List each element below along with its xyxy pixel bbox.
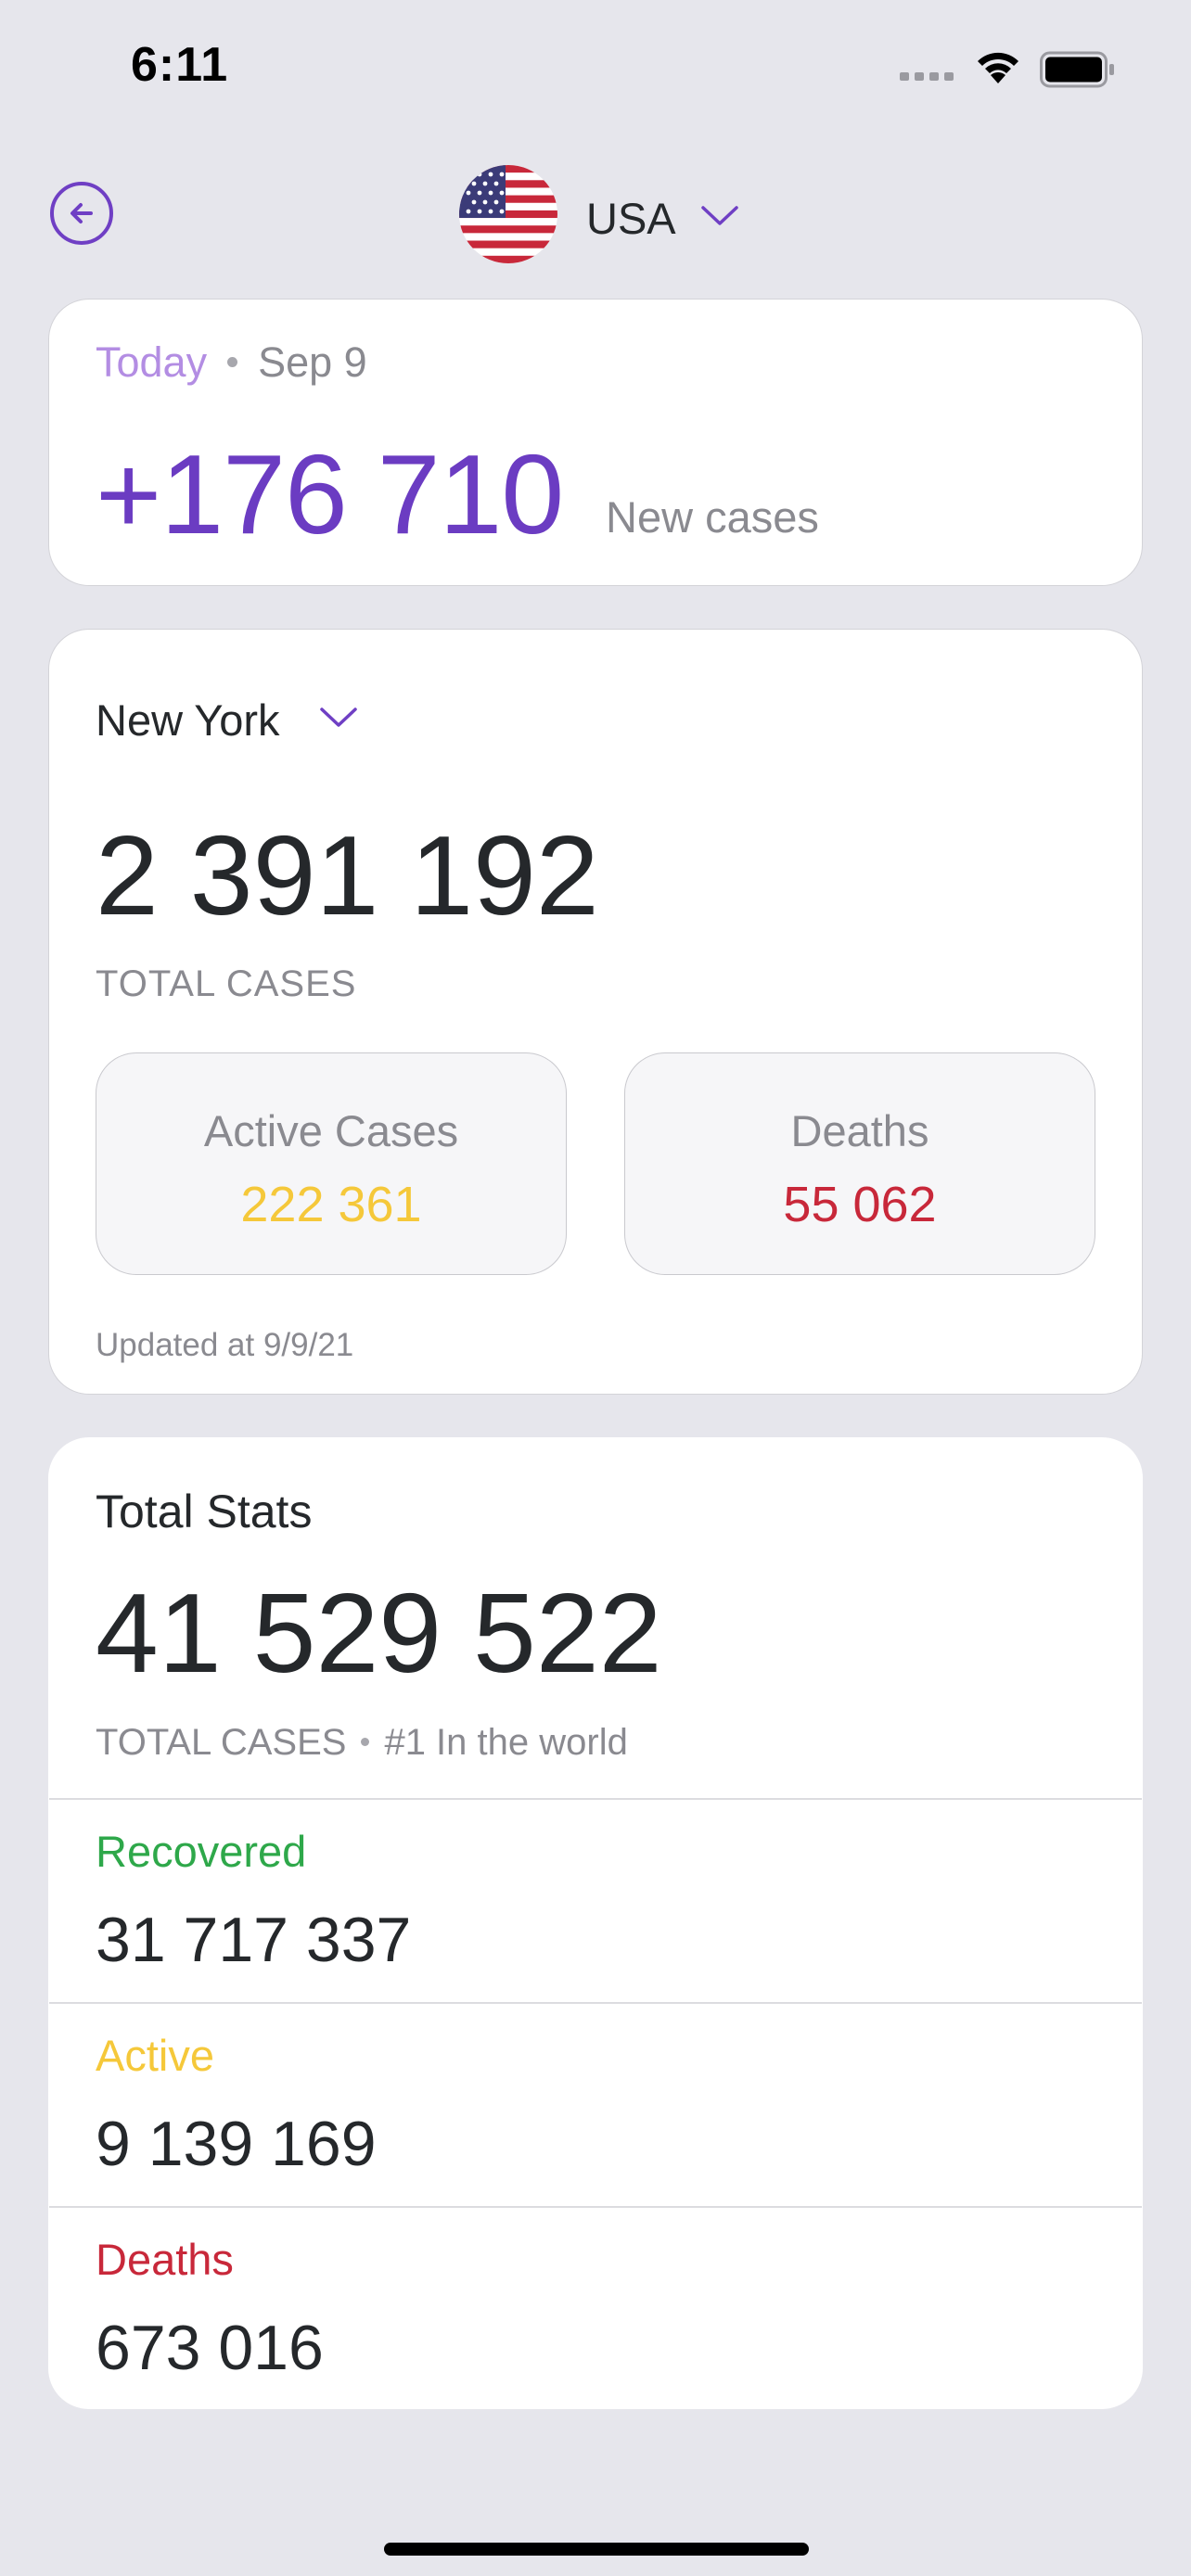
divider [49, 2002, 1142, 2004]
recovered-value: 31 717 337 [96, 1905, 412, 1975]
deaths-value: 55 062 [783, 1177, 937, 1232]
today-label: Today [96, 338, 208, 386]
total-stats-card: Total Stats 41 529 522 TOTAL CASES #1 In … [48, 1437, 1143, 2409]
deaths-tile: Deaths 55 062 [624, 1052, 1095, 1275]
divider [49, 2206, 1142, 2208]
usa-flag-icon[interactable] [459, 165, 557, 263]
recovered-label: Recovered [96, 1827, 307, 1876]
region-total-cases: 2 391 192 [96, 812, 599, 938]
new-cases-count: +176 710 [96, 431, 564, 557]
chevron-down-icon[interactable] [318, 706, 359, 730]
deaths-total-label: Deaths [96, 2235, 234, 2284]
status-time: 6:11 [131, 38, 229, 92]
active-cases-tile: Active Cases 222 361 [96, 1052, 567, 1275]
total-stats-cases: 41 529 522 [96, 1570, 662, 1696]
chevron-down-icon[interactable] [699, 204, 740, 228]
separator-dot [361, 1737, 370, 1746]
today-date-row: Today Sep 9 [96, 338, 367, 387]
region-selector[interactable]: New York [96, 695, 280, 746]
region-card: New York 2 391 192 TOTAL CASES Active Ca… [48, 629, 1143, 1395]
active-cases-label: Active Cases [203, 1106, 459, 1155]
world-rank: #1 In the world [384, 1722, 628, 1763]
region-total-cases-label: TOTAL CASES [96, 963, 357, 1004]
total-stats-title: Total Stats [96, 1486, 313, 1537]
deaths-label: Deaths [790, 1106, 929, 1155]
active-value: 9 139 169 [96, 2109, 377, 2179]
separator-dot [227, 356, 238, 367]
new-cases-label: New cases [606, 492, 819, 542]
back-button[interactable] [50, 182, 113, 245]
cellular-signal-icon [900, 72, 954, 81]
deaths-total-value: 673 016 [96, 2313, 324, 2383]
total-cases-label: TOTAL CASES [96, 1722, 347, 1763]
active-cases-value: 222 361 [240, 1177, 422, 1232]
total-stats-subtitle: TOTAL CASES #1 In the world [96, 1722, 628, 1764]
active-label: Active [96, 2031, 214, 2080]
divider [49, 1798, 1142, 1800]
back-arrow-icon [70, 203, 93, 223]
battery-icon [1040, 51, 1114, 88]
updated-timestamp: Updated at 9/9/21 [96, 1327, 354, 1363]
home-indicator[interactable] [384, 2543, 809, 2556]
today-card: Today Sep 9 +176 710 New cases [48, 299, 1143, 586]
country-name[interactable]: USA [586, 193, 676, 244]
today-date: Sep 9 [258, 338, 367, 386]
wifi-icon [978, 52, 1018, 83]
